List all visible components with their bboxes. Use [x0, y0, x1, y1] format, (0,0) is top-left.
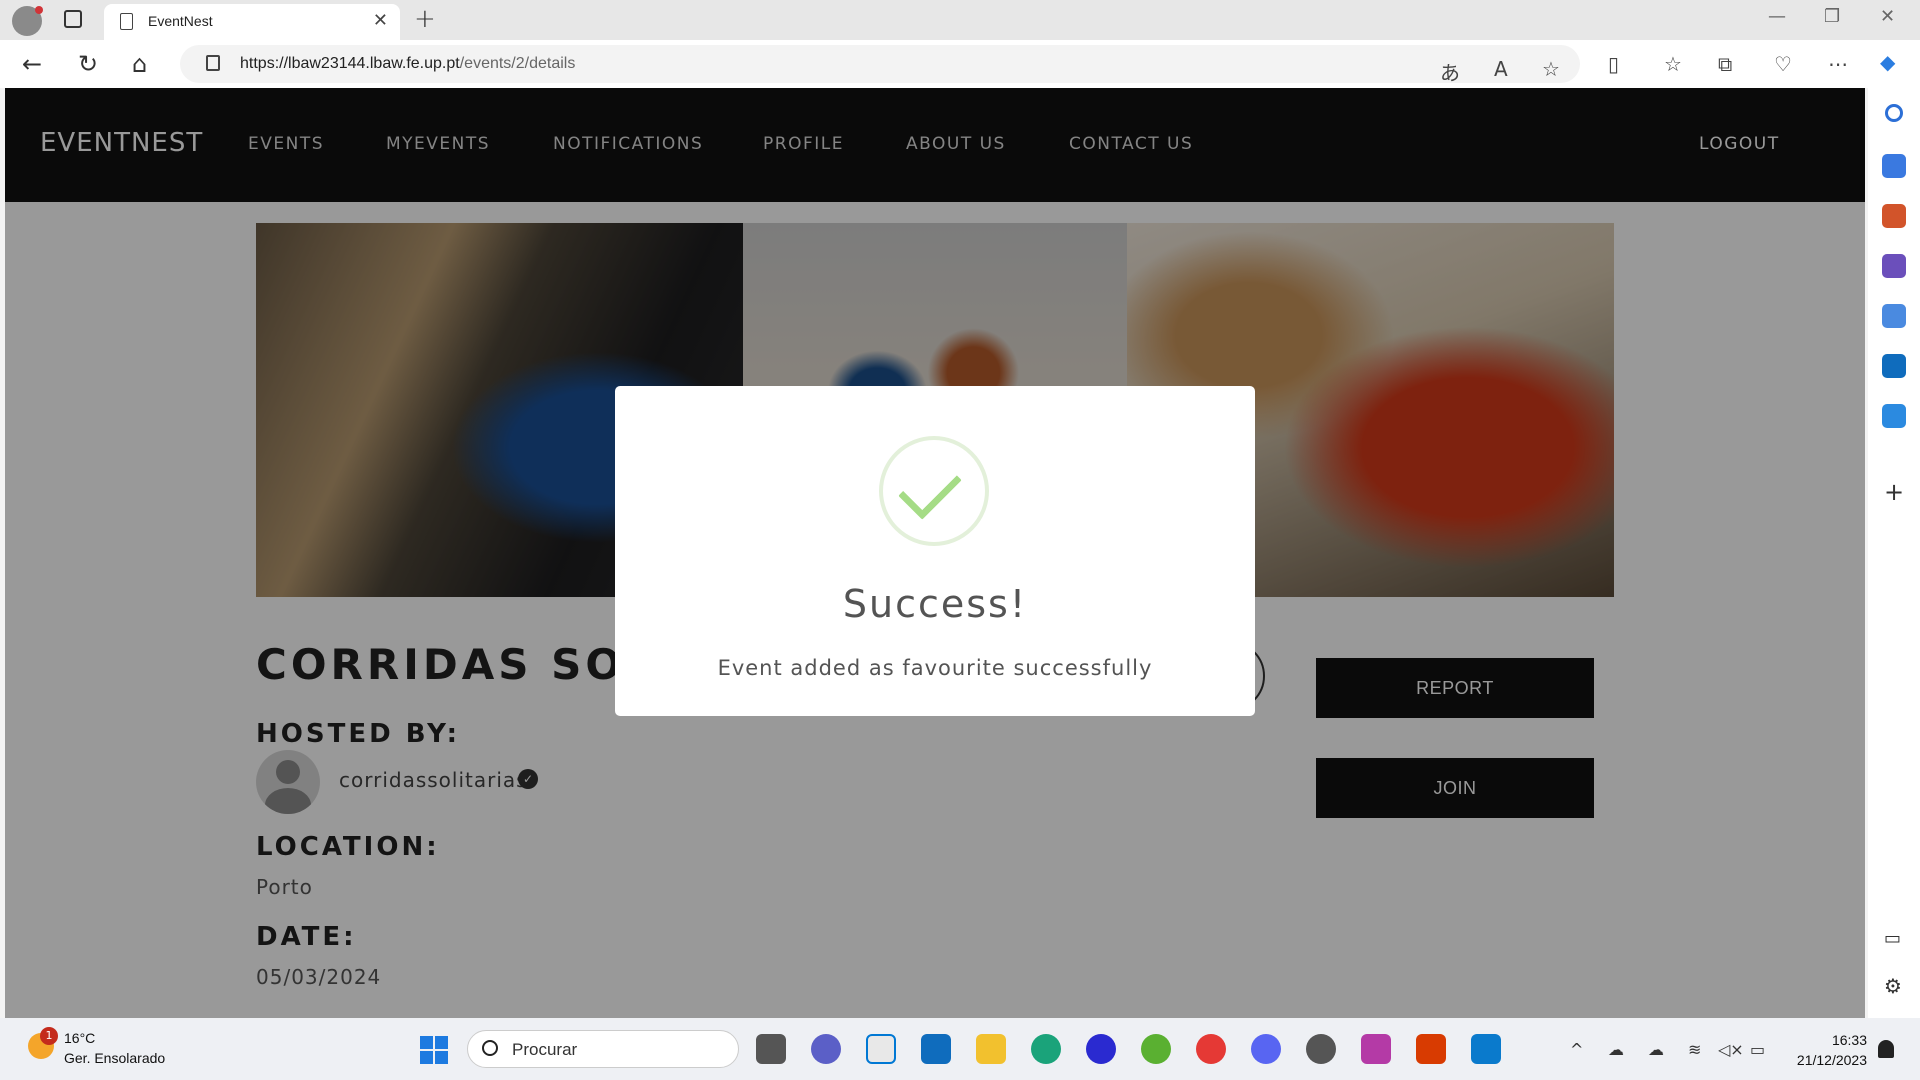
settings-icon[interactable] — [1306, 1034, 1336, 1064]
start-button[interactable] — [420, 1036, 448, 1064]
speaker-muted-icon[interactable]: ◁× — [1718, 1040, 1744, 1059]
battery-icon[interactable]: ▭ — [1750, 1040, 1765, 1059]
edge-sidebar: + ▭ ⚙ — [1868, 88, 1920, 1018]
utorrent-icon[interactable] — [1141, 1034, 1171, 1064]
profile-icon[interactable] — [12, 6, 43, 36]
refresh-icon[interactable]: ↻ — [78, 50, 98, 78]
tab-actions-icon[interactable] — [64, 10, 82, 28]
edge-browser-icon[interactable] — [1031, 1034, 1061, 1064]
microsoft-365-icon[interactable] — [1882, 304, 1906, 328]
checkmark-icon — [898, 456, 962, 520]
onedrive-sync-icon[interactable]: ☁ — [1648, 1040, 1664, 1059]
dialog-title: Success! — [842, 582, 1028, 626]
tools-icon[interactable] — [1882, 204, 1906, 228]
split-screen-icon[interactable]: ▯ — [1608, 52, 1619, 76]
browser-tab-bar: EventNest ✕ + — ❐ ✕ — [0, 0, 1920, 40]
wifi-icon[interactable]: ≋ — [1688, 1040, 1701, 1059]
search-icon[interactable] — [1885, 104, 1903, 122]
home-icon[interactable]: ⌂ — [132, 50, 147, 78]
translate-icon[interactable]: あ — [1440, 57, 1460, 86]
windows-taskbar: 1 16°C Ger. Ensolarado Procurar ^ ☁ ☁ ≋ … — [0, 1018, 1920, 1080]
chrome-icon[interactable] — [1196, 1034, 1226, 1064]
address-bar-row: ← ↻ ⌂ https://lbaw23144.lbaw.fe.up.pt/ev… — [0, 40, 1920, 88]
copilot-icon[interactable]: ◆ — [1880, 50, 1895, 74]
lock-icon[interactable] — [206, 55, 220, 71]
phpstorm-icon[interactable] — [1361, 1034, 1391, 1064]
collections-icon[interactable]: ⧉ — [1718, 52, 1732, 76]
search-icon — [482, 1040, 498, 1056]
weather-description[interactable]: Ger. Ensolarado — [64, 1050, 165, 1066]
restore-icon[interactable]: ❐ — [1824, 6, 1840, 27]
more-menu-icon[interactable]: ⋯ — [1828, 52, 1848, 76]
mail-icon[interactable] — [921, 1034, 951, 1064]
url-text: https://lbaw23144.lbaw.fe.up.pt/events/2… — [240, 55, 575, 73]
vscode-icon[interactable] — [1471, 1034, 1501, 1064]
teams-chat-icon[interactable] — [811, 1034, 841, 1064]
notification-bell-icon[interactable] — [1878, 1040, 1894, 1058]
tab-title: EventNest — [148, 13, 213, 29]
browser-essentials-icon[interactable]: ♡ — [1774, 52, 1792, 76]
minimize-icon[interactable]: — — [1768, 6, 1786, 27]
sidebar-toggle-icon[interactable]: ▭ — [1884, 928, 1901, 949]
onedrive-icon[interactable]: ☁ — [1608, 1040, 1624, 1059]
favorite-star-icon[interactable]: ☆ — [1542, 57, 1560, 81]
new-tab-button[interactable]: + — [414, 4, 436, 34]
games-icon[interactable] — [1882, 254, 1906, 278]
clock-date: 21/12/2023 — [1796, 1052, 1867, 1068]
success-dialog: Success! Event added as favourite succes… — [615, 386, 1255, 716]
success-check-icon — [879, 436, 989, 546]
settings-gear-icon[interactable]: ⚙ — [1884, 974, 1902, 998]
weather-temperature[interactable]: 16°C — [64, 1030, 95, 1046]
taskbar-search[interactable]: Procurar — [467, 1030, 739, 1068]
close-window-icon[interactable]: ✕ — [1880, 6, 1895, 27]
browser-tab[interactable]: EventNest ✕ — [104, 4, 400, 40]
send-icon[interactable] — [1882, 404, 1906, 428]
page-viewport: EVENTNEST EVENTS MYEVENTS NOTIFICATIONS … — [5, 88, 1865, 1018]
add-icon[interactable]: + — [1884, 478, 1904, 506]
url-path: /events/2/details — [459, 55, 576, 72]
shopping-tag-icon[interactable] — [1882, 154, 1906, 178]
tray-overflow-icon[interactable]: ^ — [1570, 1040, 1583, 1059]
task-view-icon[interactable] — [756, 1034, 786, 1064]
favorites-icon[interactable]: ☆ — [1664, 52, 1682, 76]
clock-time: 16:33 — [1831, 1032, 1867, 1048]
system-clock[interactable]: 16:33 21/12/2023 — [1785, 1030, 1867, 1070]
outlook-icon[interactable] — [1882, 354, 1906, 378]
microsoft-store-icon[interactable] — [866, 1034, 896, 1064]
search-placeholder: Procurar — [512, 1040, 578, 1059]
url-host: https://lbaw23144.lbaw.fe.up.pt — [240, 55, 460, 72]
weather-badge: 1 — [40, 1027, 58, 1045]
snipping-tool-icon[interactable] — [1416, 1034, 1446, 1064]
read-aloud-icon[interactable]: A — [1494, 57, 1508, 81]
file-explorer-icon[interactable] — [976, 1034, 1006, 1064]
discord-icon[interactable] — [1251, 1034, 1281, 1064]
close-tab-icon[interactable]: ✕ — [373, 10, 388, 31]
url-field[interactable]: https://lbaw23144.lbaw.fe.up.pt/events/2… — [180, 45, 1580, 86]
back-icon[interactable]: ← — [22, 50, 42, 78]
dialog-message: Event added as favourite successfully — [717, 656, 1153, 680]
disney-plus-icon[interactable] — [1086, 1034, 1116, 1064]
page-icon — [120, 13, 133, 30]
